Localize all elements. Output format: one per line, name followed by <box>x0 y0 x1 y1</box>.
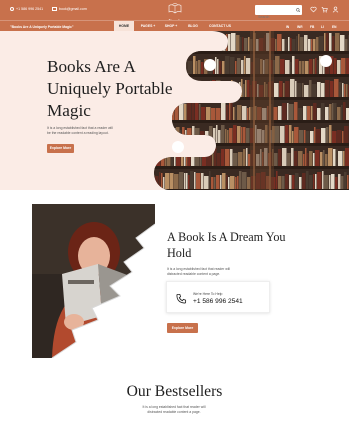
util-item-5[interactable]: EN <box>332 25 336 29</box>
heart-icon[interactable] <box>310 6 317 13</box>
hero-title: Books Are A Uniquely Portable Magic <box>47 57 173 120</box>
phone-icon <box>176 293 187 304</box>
header-email-text: book@gmail.com <box>59 7 87 11</box>
promo-text: "Books Are A Uniquely Portable Magic" <box>10 24 74 29</box>
bestsellers-subtitle: It is a long established fact that reade… <box>142 405 206 414</box>
logo-book-icon <box>168 3 182 14</box>
reader-photo <box>32 204 155 358</box>
util-item-2[interactable]: INR <box>297 25 303 29</box>
header-phone[interactable]: +1 586 996 2541 <box>10 7 43 11</box>
util-item-4[interactable]: LI <box>321 25 324 29</box>
hero-explore-button[interactable]: Explore More <box>47 144 74 153</box>
about-explore-button[interactable]: Explore More <box>167 323 198 333</box>
search-icon[interactable] <box>295 7 301 13</box>
hero-subtitle: It is a long established fact that a rea… <box>47 126 113 135</box>
about-title: A Book Is A Dream You Hold <box>167 230 286 260</box>
hero-section: Books Are A Uniquely Portable Magic It i… <box>0 31 349 190</box>
cart-icon[interactable] <box>321 6 328 13</box>
phone-icon <box>10 7 14 11</box>
header-email[interactable]: book@gmail.com <box>52 7 87 11</box>
bestsellers-title: Our Bestsellers <box>126 383 223 400</box>
search-box[interactable] <box>255 5 302 22</box>
header-phone-text: +1 586 996 2541 <box>16 7 44 11</box>
util-item-1[interactable]: IN <box>286 25 289 29</box>
util-item-3[interactable]: FB <box>310 25 314 29</box>
about-subtitle: It is a long established fact that reade… <box>167 267 230 276</box>
hero-bookshelf-image <box>154 31 349 190</box>
top-bar: +1 586 996 2541 book@gmail.com Novels <box>0 0 349 23</box>
user-icon[interactable] <box>332 6 339 13</box>
email-icon <box>52 7 57 11</box>
help-phone[interactable]: +1 586 996 2541 <box>193 298 243 305</box>
nav-bar: "Books Are A Uniquely Portable Magic" HO… <box>0 20 349 32</box>
help-label: We're Here To Help <box>193 292 223 296</box>
help-card: We're Here To Help +1 586 996 2541 <box>166 281 270 313</box>
